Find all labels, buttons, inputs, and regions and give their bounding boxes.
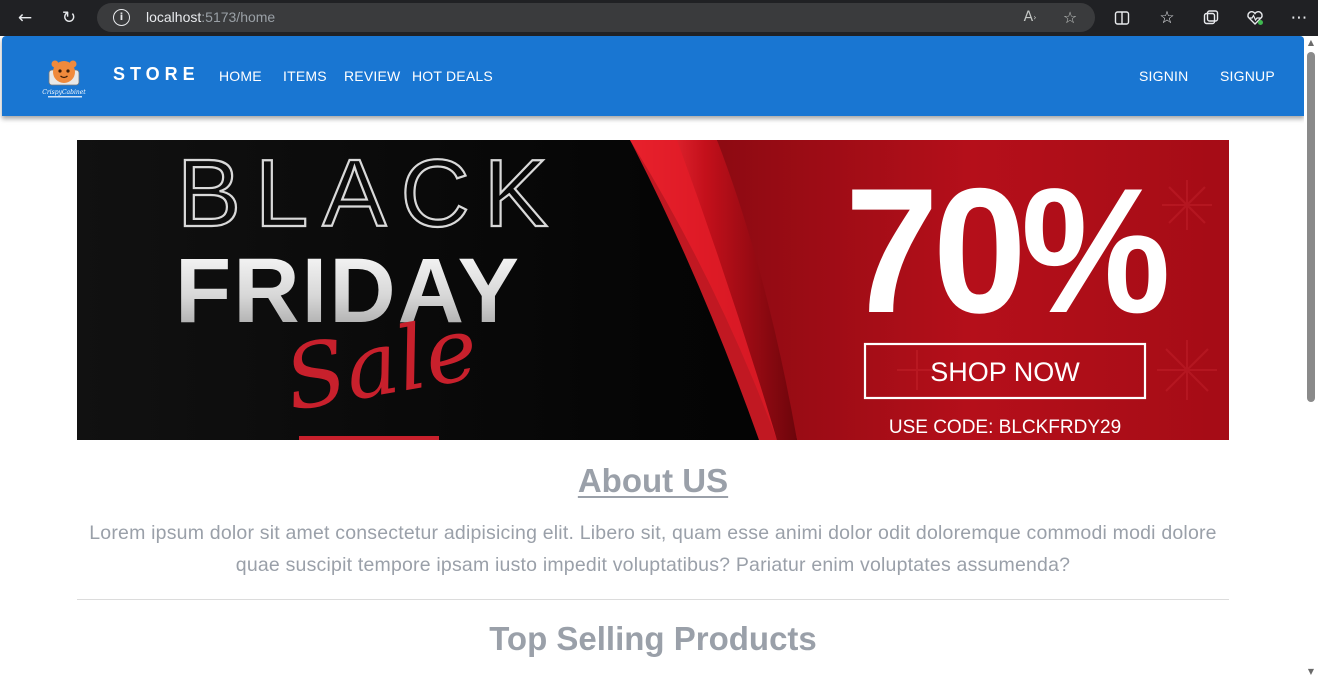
split-screen-icon[interactable] (1110, 6, 1134, 30)
banner-black-text: BLACK (177, 140, 562, 247)
nav-items[interactable]: ITEMS (283, 68, 327, 84)
nav-home[interactable]: HOME (219, 68, 262, 84)
scroll-up-icon[interactable]: ▲ (1306, 38, 1316, 48)
nav-signin[interactable]: SIGNIN (1139, 68, 1188, 84)
banner-discount-text: 70% (845, 151, 1167, 350)
banner-shop-now-text: SHOP NOW (930, 357, 1080, 387)
nav-signup[interactable]: SIGNUP (1220, 68, 1275, 84)
collections-icon[interactable] (1199, 6, 1223, 30)
back-arrow-icon[interactable]: ← (13, 6, 37, 30)
address-bar[interactable]: i localhost:5173/home A › ☆ (97, 3, 1095, 32)
scroll-down-icon[interactable]: ▼ (1306, 667, 1316, 677)
section-divider (77, 599, 1229, 600)
page-scrollbar[interactable]: ▲ ▼ (1304, 36, 1318, 679)
star-icon[interactable]: ☆ (1059, 6, 1081, 28)
svg-text:CrispyCabinet: CrispyCabinet (42, 89, 86, 96)
about-text: Lorem ipsum dolor sit amet consectetur a… (89, 522, 1217, 576)
navbar: CrispyCabinet STORE HOME ITEMS REVIEW HO… (2, 36, 1304, 116)
nav-hot-deals[interactable]: HOT DEALS (412, 68, 493, 84)
about-title: About US (577, 462, 729, 499)
brand-name[interactable]: STORE (113, 64, 200, 85)
browser-toolbar: ← ↻ i localhost:5173/home A › ☆ ☆ ⋯ (0, 0, 1318, 36)
page-viewport: CrispyCabinet STORE HOME ITEMS REVIEW HO… (0, 36, 1318, 679)
favorites-icon[interactable]: ☆ (1155, 6, 1179, 30)
nav-review[interactable]: REVIEW (344, 68, 400, 84)
more-icon[interactable]: ⋯ (1287, 6, 1311, 30)
scrollbar-thumb[interactable] (1307, 52, 1315, 402)
black-friday-banner[interactable]: BLACK FRIDAY Sale 70% SHOP NOW USE CODE:… (77, 140, 1229, 440)
refresh-icon[interactable]: ↻ (57, 6, 81, 30)
store-logo[interactable]: CrispyCabinet (42, 54, 88, 100)
info-icon[interactable]: i (113, 9, 130, 26)
banner-code-text: USE CODE: BLCKFRDY29 (889, 417, 1121, 438)
top-selling-title: Top Selling Products (489, 620, 817, 657)
url-text[interactable]: localhost:5173/home (146, 9, 275, 25)
read-aloud-icon[interactable]: A › (1019, 6, 1041, 28)
browser-essentials-icon[interactable] (1243, 6, 1267, 30)
